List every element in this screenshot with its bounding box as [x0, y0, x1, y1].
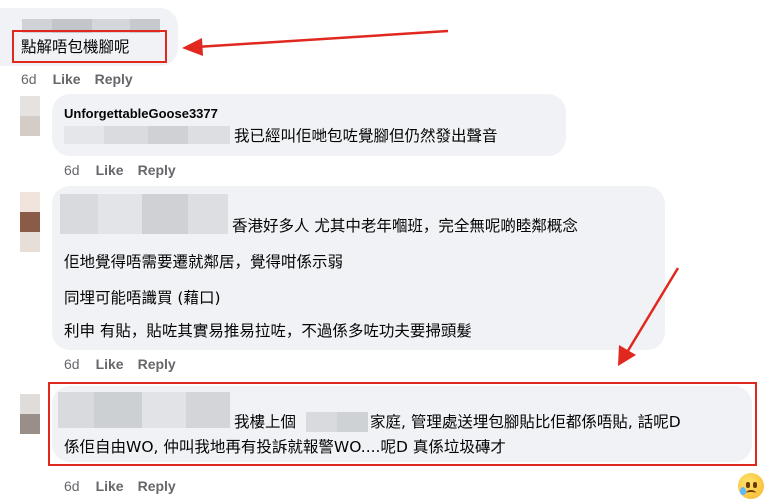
arrow-head-icon: [618, 345, 636, 366]
arrow-icon: [195, 29, 449, 49]
arrow-icon: [624, 267, 680, 355]
annotation-arrows: [182, 29, 680, 366]
arrow-head-icon: [182, 38, 203, 56]
